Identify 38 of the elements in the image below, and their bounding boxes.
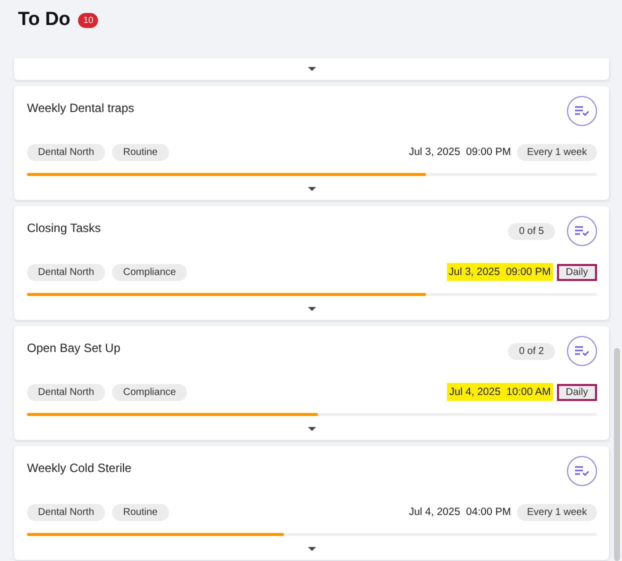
due-date: Jul 4, 2025 10:00 AM [447,383,553,401]
expand-caret[interactable] [307,426,317,432]
tag: Routine [112,144,169,160]
checklist-icon [575,466,589,476]
checklist-icon [575,226,589,236]
tag: Dental North [27,144,106,160]
task-title: Weekly Dental traps [27,101,134,115]
frequency-tag: Every 1 week [516,144,597,160]
checklist-button[interactable] [567,456,597,486]
frequency-tag: Daily [556,384,597,400]
expand-caret[interactable] [307,66,317,72]
checklist-button[interactable] [567,96,597,126]
tag: Dental North [27,264,106,280]
due-date: Jul 4, 2025 04:00 PM [408,505,512,520]
checklist-icon [575,346,589,356]
page-title: To Do [18,9,70,31]
checklist-button[interactable] [567,336,597,366]
due-date: Jul 3, 2025 09:00 PM [446,263,553,281]
frequency-tag: Every 1 week [516,504,597,520]
task-title: Weekly Cold Sterile [27,461,132,475]
tag: Routine [112,504,169,520]
tag: Dental North [27,384,106,400]
scrollbar-thumb[interactable] [614,348,620,561]
count-badge: 10 [78,12,98,28]
checklist-icon [575,106,589,116]
expand-caret[interactable] [307,186,317,192]
task-title: Closing Tasks [27,221,101,235]
frequency-tag: Daily [556,264,597,280]
progress-count: 0 of 2 [508,342,555,360]
tag: Compliance [112,384,187,400]
expand-caret[interactable] [307,546,317,552]
tag: Compliance [112,264,187,280]
expand-caret[interactable] [307,306,317,312]
progress-count: 0 of 5 [508,222,555,240]
checklist-button[interactable] [567,216,597,246]
tag: Dental North [27,504,106,520]
due-date: Jul 3, 2025 09:00 PM [408,145,512,160]
task-title: Open Bay Set Up [27,341,120,355]
